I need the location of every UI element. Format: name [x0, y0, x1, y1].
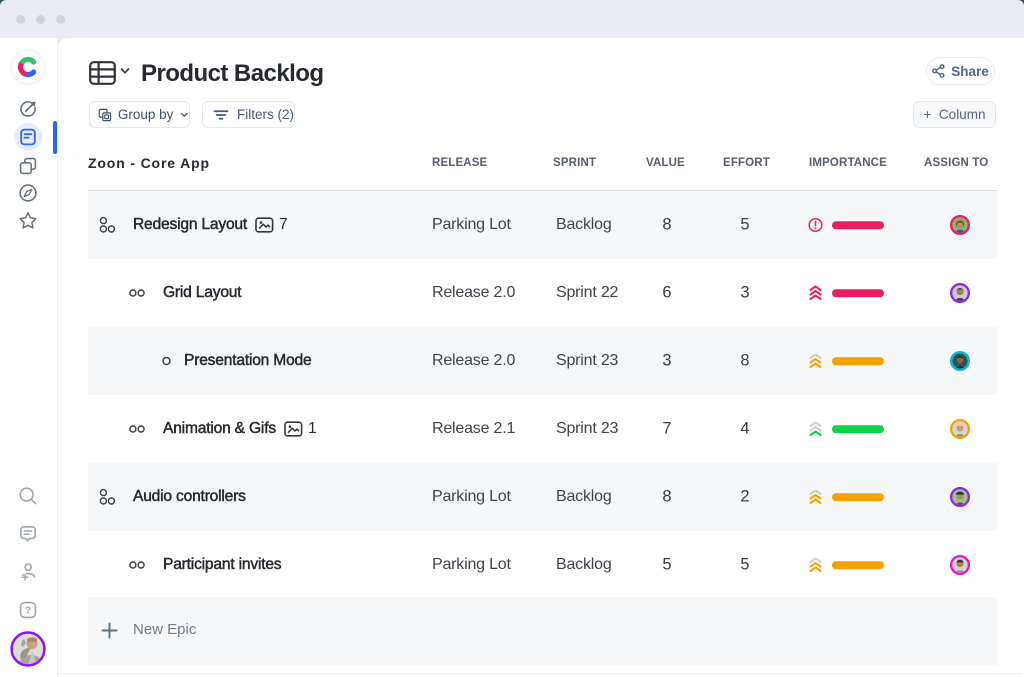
svg-text:?: ? — [25, 605, 31, 617]
